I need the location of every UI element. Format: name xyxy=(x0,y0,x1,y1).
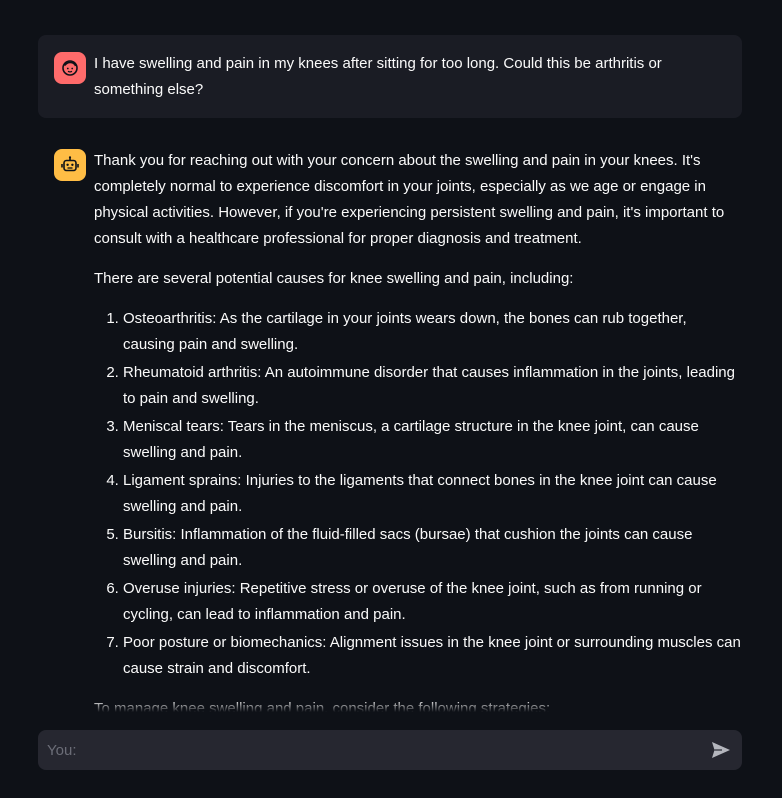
chat-history: I have swelling and pain in my knees aft… xyxy=(0,0,782,716)
list-item: Overuse injuries: Repetitive stress or o… xyxy=(123,576,742,628)
list-item: Poor posture or biomechanics: Alignment … xyxy=(123,630,742,682)
list-item: Rheumatoid arthritis: An autoimmune diso… xyxy=(123,360,742,412)
user-avatar xyxy=(54,52,86,84)
chat-input-container xyxy=(38,730,742,770)
causes-heading: There are several potential causes for k… xyxy=(94,270,574,287)
list-item: Osteoarthritis: As the cartilage in your… xyxy=(123,306,742,358)
assistant-message: Thank you for reaching out with your con… xyxy=(38,135,742,716)
scroll-fade xyxy=(0,700,782,716)
list-item: Ligament sprains: Injuries to the ligame… xyxy=(123,468,742,520)
assistant-avatar xyxy=(54,149,86,181)
send-button[interactable] xyxy=(708,738,734,762)
send-icon xyxy=(712,742,730,758)
chat-input[interactable] xyxy=(38,730,698,770)
causes-list: Osteoarthritis: As the cartilage in your… xyxy=(94,306,742,682)
user-face-icon xyxy=(62,60,78,76)
user-message-text: I have swelling and pain in my knees aft… xyxy=(94,55,662,98)
assistant-message-body: Thank you for reaching out with your con… xyxy=(94,148,742,716)
list-item: Bursitis: Inflammation of the fluid-fill… xyxy=(123,522,742,574)
user-message: I have swelling and pain in my knees aft… xyxy=(38,35,742,118)
robot-icon xyxy=(61,156,79,172)
list-item: Meniscal tears: Tears in the meniscus, a… xyxy=(123,414,742,466)
assistant-intro: Thank you for reaching out with your con… xyxy=(94,152,725,247)
